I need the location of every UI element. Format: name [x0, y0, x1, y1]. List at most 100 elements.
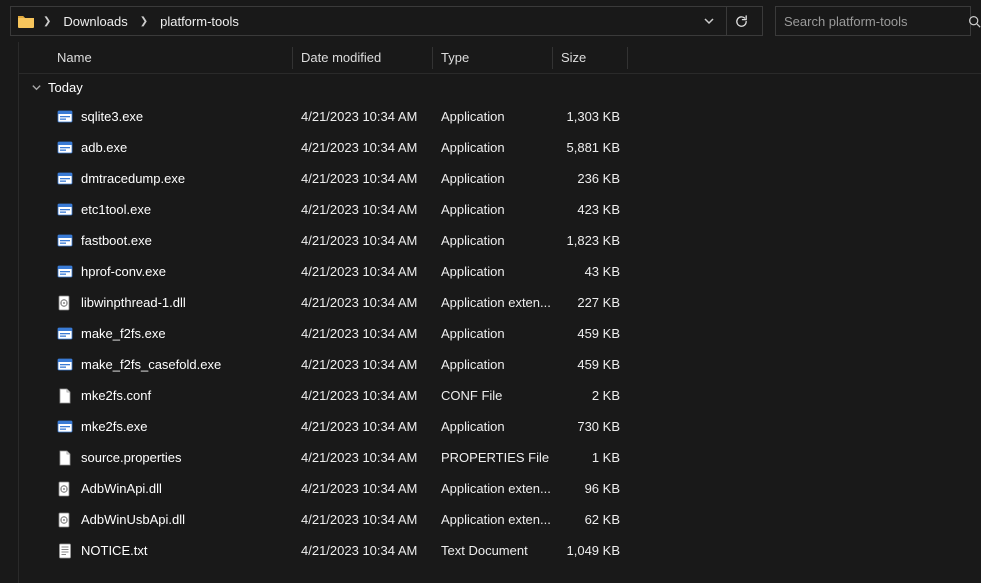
file-row[interactable]: mke2fs.exe4/21/2023 10:34 AMApplication7…	[19, 411, 981, 442]
file-file-icon	[57, 388, 73, 404]
file-size: 2 KB	[553, 388, 628, 403]
sidebar-strip	[0, 42, 19, 583]
content-area: Name Date modified Type Size Today sqlit…	[0, 42, 981, 583]
file-name-cell: NOTICE.txt	[51, 543, 293, 559]
chevron-down-icon	[31, 82, 42, 93]
file-type: Application	[433, 326, 553, 341]
chevron-right-icon: ❯	[138, 16, 150, 27]
refresh-button[interactable]	[726, 6, 756, 36]
toolbar: ❯ Downloads ❯ platform-tools	[0, 0, 981, 42]
search-box[interactable]	[775, 6, 971, 36]
exe-file-icon	[57, 140, 73, 156]
file-list-pane: Name Date modified Type Size Today sqlit…	[19, 42, 981, 583]
file-row[interactable]: make_f2fs.exe4/21/2023 10:34 AMApplicati…	[19, 318, 981, 349]
file-name: source.properties	[81, 450, 181, 465]
column-header-type[interactable]: Type	[433, 47, 553, 69]
file-name: fastboot.exe	[81, 233, 152, 248]
dll-file-icon	[57, 295, 73, 311]
search-input[interactable]	[784, 14, 960, 29]
file-name: mke2fs.exe	[81, 419, 147, 434]
file-date: 4/21/2023 10:34 AM	[293, 543, 433, 558]
column-header-size[interactable]: Size	[553, 47, 628, 69]
file-name-cell: source.properties	[51, 450, 293, 466]
file-name-cell: make_f2fs.exe	[51, 326, 293, 342]
file-size: 96 KB	[553, 481, 628, 496]
file-date: 4/21/2023 10:34 AM	[293, 419, 433, 434]
file-type: Application	[433, 264, 553, 279]
search-icon[interactable]	[968, 15, 981, 28]
file-date: 4/21/2023 10:34 AM	[293, 233, 433, 248]
file-name-cell: libwinpthread-1.dll	[51, 295, 293, 311]
file-row[interactable]: fastboot.exe4/21/2023 10:34 AMApplicatio…	[19, 225, 981, 256]
file-date: 4/21/2023 10:34 AM	[293, 388, 433, 403]
txt-file-icon	[57, 543, 73, 559]
file-row[interactable]: AdbWinApi.dll4/21/2023 10:34 AMApplicati…	[19, 473, 981, 504]
exe-file-icon	[57, 326, 73, 342]
file-name-cell: etc1tool.exe	[51, 202, 293, 218]
dll-file-icon	[57, 512, 73, 528]
file-row[interactable]: mke2fs.conf 4/21/2023 10:34 AMCONF File2 …	[19, 380, 981, 411]
file-name-cell: AdbWinApi.dll	[51, 481, 293, 497]
exe-file-icon	[57, 264, 73, 280]
file-row[interactable]: AdbWinUsbApi.dll4/21/2023 10:34 AMApplic…	[19, 504, 981, 535]
file-size: 730 KB	[553, 419, 628, 434]
file-size: 1,823 KB	[553, 233, 628, 248]
file-row[interactable]: hprof-conv.exe4/21/2023 10:34 AMApplicat…	[19, 256, 981, 287]
file-name: hprof-conv.exe	[81, 264, 166, 279]
breadcrumb-segment[interactable]: Downloads	[59, 12, 131, 31]
file-type: CONF File	[433, 388, 553, 403]
file-row[interactable]: make_f2fs_casefold.exe4/21/2023 10:34 AM…	[19, 349, 981, 380]
file-row[interactable]: source.properties 4/21/2023 10:34 AMPROPE…	[19, 442, 981, 473]
file-size: 1,049 KB	[553, 543, 628, 558]
file-name: dmtracedump.exe	[81, 171, 185, 186]
chevron-down-icon[interactable]	[697, 15, 721, 27]
file-name: etc1tool.exe	[81, 202, 151, 217]
file-name-cell: mke2fs.conf	[51, 388, 293, 404]
file-name-cell: fastboot.exe	[51, 233, 293, 249]
file-row[interactable]: libwinpthread-1.dll4/21/2023 10:34 AMApp…	[19, 287, 981, 318]
file-date: 4/21/2023 10:34 AM	[293, 171, 433, 186]
file-date: 4/21/2023 10:34 AM	[293, 481, 433, 496]
file-name-cell: mke2fs.exe	[51, 419, 293, 435]
file-row[interactable]: adb.exe4/21/2023 10:34 AMApplication5,88…	[19, 132, 981, 163]
file-row[interactable]: etc1tool.exe4/21/2023 10:34 AMApplicatio…	[19, 194, 981, 225]
file-name-cell: hprof-conv.exe	[51, 264, 293, 280]
address-bar[interactable]: ❯ Downloads ❯ platform-tools	[10, 6, 763, 36]
group-header[interactable]: Today	[19, 74, 981, 101]
file-size: 459 KB	[553, 326, 628, 341]
column-header-date[interactable]: Date modified	[293, 47, 433, 69]
file-name: make_f2fs.exe	[81, 326, 166, 341]
file-name: adb.exe	[81, 140, 127, 155]
file-name-cell: AdbWinUsbApi.dll	[51, 512, 293, 528]
file-type: Text Document	[433, 543, 553, 558]
file-size: 1,303 KB	[553, 109, 628, 124]
file-row[interactable]: NOTICE.txt 4/21/2023 10:34 AMText Documen…	[19, 535, 981, 566]
file-name: make_f2fs_casefold.exe	[81, 357, 221, 372]
file-date: 4/21/2023 10:34 AM	[293, 512, 433, 527]
file-name: libwinpthread-1.dll	[81, 295, 186, 310]
file-file-icon	[57, 450, 73, 466]
file-name: AdbWinUsbApi.dll	[81, 512, 185, 527]
file-size: 5,881 KB	[553, 140, 628, 155]
file-date: 4/21/2023 10:34 AM	[293, 450, 433, 465]
exe-file-icon	[57, 233, 73, 249]
group-label: Today	[48, 80, 83, 95]
file-size: 1 KB	[553, 450, 628, 465]
file-type: Application	[433, 357, 553, 372]
file-name: NOTICE.txt	[81, 543, 147, 558]
column-header-name[interactable]: Name	[51, 47, 293, 69]
file-rows: sqlite3.exe 4/21/2023 10:34 AM Application…	[19, 101, 981, 566]
file-size: 43 KB	[553, 264, 628, 279]
file-name: AdbWinApi.dll	[81, 481, 162, 496]
breadcrumb-segment[interactable]: platform-tools	[156, 12, 243, 31]
file-name: mke2fs.conf	[81, 388, 151, 403]
file-type: PROPERTIES File	[433, 450, 553, 465]
file-date: 4/21/2023 10:34 AM	[293, 202, 433, 217]
file-name-cell: sqlite3.exe	[51, 109, 293, 125]
file-name: sqlite3.exe	[81, 109, 143, 124]
file-size: 62 KB	[553, 512, 628, 527]
file-name-cell: dmtracedump.exe	[51, 171, 293, 187]
dll-file-icon	[57, 481, 73, 497]
file-row[interactable]: sqlite3.exe4/21/2023 10:34 AMApplication…	[19, 101, 981, 132]
file-row[interactable]: dmtracedump.exe4/21/2023 10:34 AMApplica…	[19, 163, 981, 194]
